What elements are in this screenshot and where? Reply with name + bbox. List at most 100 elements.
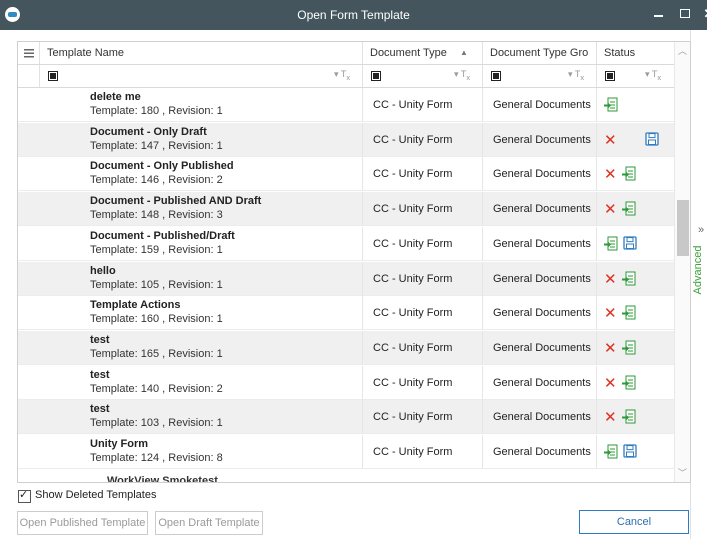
floppy-save-icon[interactable] (623, 444, 637, 461)
filter-clear-icon[interactable]: ▾ Tx (334, 69, 350, 82)
advanced-expand-icon[interactable]: » (698, 224, 704, 236)
cell-template-name[interactable]: Document - Published/Draft Template: 159 … (18, 226, 363, 261)
table-row[interactable]: Template Actions Template: 160 , Revision… (18, 296, 674, 331)
cell-template-name[interactable]: Document - Published AND Draft Template: … (18, 192, 363, 227)
filter-operator-icon[interactable] (371, 71, 381, 81)
maximize-button[interactable] (677, 6, 693, 22)
table-row[interactable]: test Template: 140 , Revision: 2 CC - Unit… (18, 365, 674, 400)
red-x-icon[interactable]: ✕ (604, 375, 617, 391)
show-deleted-label[interactable]: Show Deleted Templates (35, 489, 156, 501)
partial-row-name[interactable]: WorkView Smoketest (107, 475, 218, 482)
filter-clear-icon[interactable]: ▾ Tx (568, 69, 584, 82)
cell-template-name[interactable]: Document - Only Published Template: 146 ,… (18, 157, 363, 192)
cell-template-name[interactable]: delete me Template: 180 , Revision: 1 (18, 88, 363, 122)
cell-document-type[interactable]: CC - Unity Form (363, 261, 483, 296)
cell-status[interactable]: ✕ (597, 192, 674, 226)
red-x-icon[interactable]: ✕ (604, 340, 617, 356)
filter-operator-icon[interactable] (48, 71, 58, 81)
cell-template-name[interactable]: Template Actions Template: 160 , Revision… (18, 296, 363, 331)
table-row[interactable]: test Template: 165 , Revision: 1 CC - Unit… (18, 330, 674, 365)
publish-doc-icon[interactable] (622, 375, 636, 394)
cell-status[interactable]: ✕ (597, 400, 674, 434)
table-row[interactable]: test Template: 103 , Revision: 1 CC - Unit… (18, 400, 674, 435)
open-draft-button[interactable]: Open Draft Template (155, 511, 263, 535)
cell-document-type-group[interactable]: General Documents (483, 261, 597, 296)
cell-document-type-group[interactable]: General Documents (483, 192, 597, 227)
table-row[interactable]: Document - Published/Draft Template: 159 … (18, 226, 674, 261)
publish-doc-icon[interactable] (622, 166, 636, 185)
red-x-icon[interactable]: ✕ (604, 409, 617, 425)
filter-clear-icon[interactable]: ▾ Tx (454, 69, 470, 82)
cell-document-type[interactable]: CC - Unity Form (363, 435, 483, 469)
vertical-scrollbar[interactable]: ︿ ﹀ (674, 42, 690, 482)
cell-document-type[interactable]: CC - Unity Form (363, 122, 483, 157)
publish-doc-icon[interactable] (622, 201, 636, 220)
table-row[interactable]: delete me Template: 180 , Revision: 1 CC -… (18, 88, 674, 122)
cell-document-type-group[interactable]: General Documents (483, 157, 597, 192)
cell-status[interactable]: ✕ (597, 331, 674, 365)
floppy-save-icon[interactable] (645, 132, 659, 149)
scroll-down-icon[interactable]: ﹀ (678, 466, 687, 479)
table-row[interactable]: Document - Published AND Draft Template: … (18, 192, 674, 227)
filter-status[interactable]: ▾ Tx (597, 65, 674, 87)
cell-template-name[interactable]: test Template: 165 , Revision: 1 (18, 330, 363, 365)
cell-status[interactable]: ✕ (597, 366, 674, 400)
filter-clear-icon[interactable]: ▾ Tx (645, 69, 661, 82)
column-chooser-button[interactable] (18, 42, 40, 64)
cell-status[interactable]: ✕ (597, 296, 674, 330)
cell-document-type-group[interactable]: General Documents (483, 365, 597, 400)
cell-document-type[interactable]: CC - Unity Form (363, 157, 483, 192)
cancel-button[interactable]: Cancel (579, 510, 689, 534)
publish-doc-icon[interactable] (604, 236, 618, 255)
cell-document-type-group[interactable]: General Documents (483, 435, 597, 469)
cell-document-type-group[interactable]: General Documents (483, 122, 597, 157)
scrollbar-thumb[interactable] (677, 200, 689, 256)
cell-document-type[interactable]: CC - Unity Form (363, 400, 483, 435)
show-deleted-checkbox[interactable] (18, 488, 31, 503)
col-header-document-type-group[interactable]: Document Type Gro (483, 42, 597, 64)
col-header-template-name[interactable]: Template Name (40, 42, 363, 64)
col-header-status[interactable]: Status (597, 42, 674, 64)
cell-status[interactable]: ✕ (597, 157, 674, 191)
publish-doc-icon[interactable] (622, 305, 636, 324)
filter-document-type[interactable]: ▾ Tx (363, 65, 483, 87)
cell-document-type-group[interactable]: General Documents (483, 88, 597, 122)
publish-doc-icon[interactable] (622, 340, 636, 359)
publish-doc-icon[interactable] (604, 97, 618, 116)
red-x-icon[interactable]: ✕ (604, 305, 617, 321)
cell-template-name[interactable]: Document - Only Draft Template: 147 , Rev… (18, 122, 363, 157)
cell-document-type[interactable]: CC - Unity Form (363, 88, 483, 122)
cell-status[interactable] (597, 88, 674, 122)
scroll-up-icon[interactable]: ︿ (678, 44, 687, 57)
cell-template-name[interactable]: hello Template: 105 , Revision: 1 (18, 261, 363, 296)
col-header-document-type[interactable]: Document Type ▲ (363, 42, 483, 64)
filter-operator-icon[interactable] (491, 71, 501, 81)
table-row[interactable]: Document - Only Published Template: 146 ,… (18, 157, 674, 192)
publish-doc-icon[interactable] (622, 271, 636, 290)
cell-document-type-group[interactable]: General Documents (483, 330, 597, 365)
table-row[interactable]: Document - Only Draft Template: 147 , Rev… (18, 122, 674, 157)
filter-operator-icon[interactable] (605, 71, 615, 81)
cell-template-name[interactable]: Unity Form Template: 124 , Revision: 8 (18, 435, 363, 469)
cell-document-type[interactable]: CC - Unity Form (363, 365, 483, 400)
filter-document-type-group[interactable]: ▾ Tx (483, 65, 597, 87)
cell-document-type[interactable]: CC - Unity Form (363, 330, 483, 365)
table-row[interactable]: Unity Form Template: 124 , Revision: 8 CC … (18, 435, 674, 469)
open-published-button[interactable]: Open Published Template (17, 511, 148, 535)
cell-status[interactable]: ✕ (597, 262, 674, 296)
cell-document-type[interactable]: CC - Unity Form (363, 192, 483, 227)
red-x-icon[interactable]: ✕ (604, 271, 617, 287)
cell-status[interactable]: ✕ (597, 123, 674, 157)
cell-document-type-group[interactable]: General Documents (483, 400, 597, 435)
publish-doc-icon[interactable] (622, 409, 636, 428)
cell-template-name[interactable]: test Template: 140 , Revision: 2 (18, 365, 363, 400)
red-x-icon[interactable]: ✕ (604, 201, 617, 217)
table-row[interactable]: hello Template: 105 , Revision: 1 CC - Uni… (18, 261, 674, 296)
cell-document-type-group[interactable]: General Documents (483, 296, 597, 331)
red-x-icon[interactable]: ✕ (604, 132, 617, 148)
cell-document-type[interactable]: CC - Unity Form (363, 296, 483, 331)
floppy-save-icon[interactable] (623, 236, 637, 253)
cell-status[interactable] (597, 435, 674, 469)
minimize-button[interactable] (651, 6, 667, 22)
cell-document-type-group[interactable]: General Documents (483, 226, 597, 261)
